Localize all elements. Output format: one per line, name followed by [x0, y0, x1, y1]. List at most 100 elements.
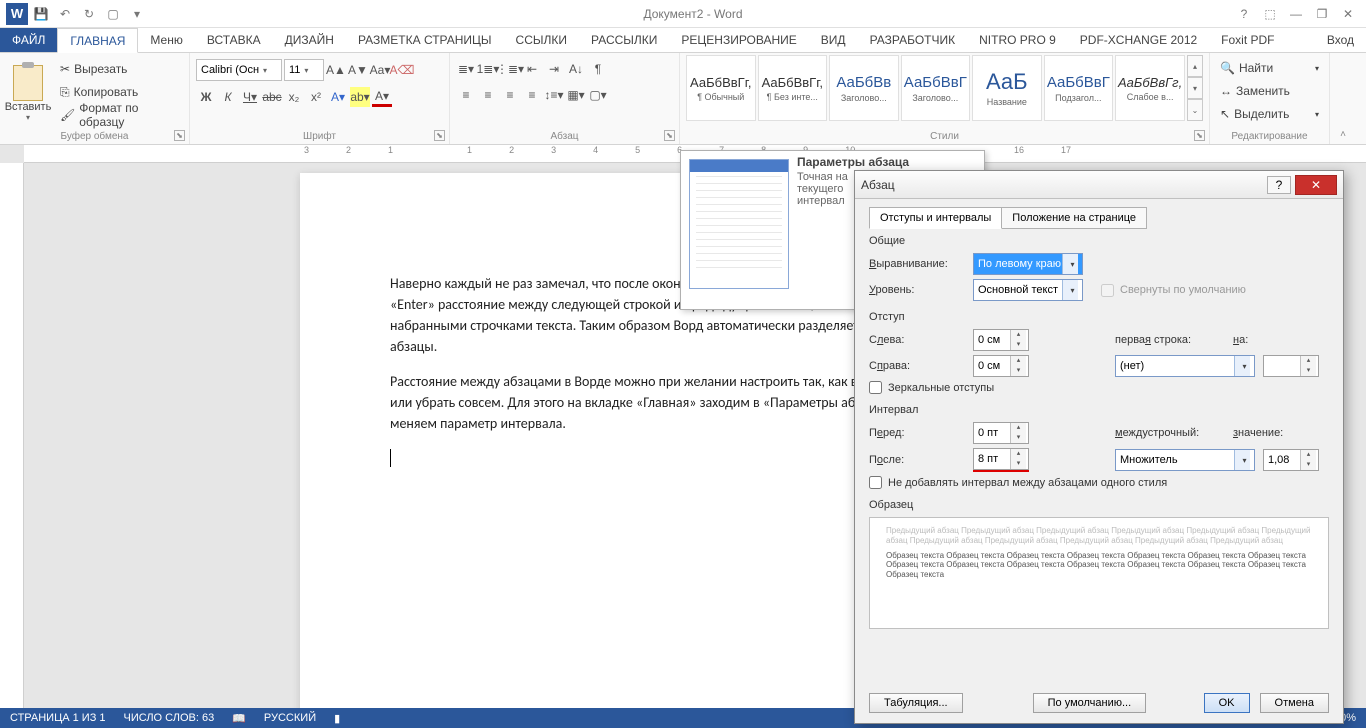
font-launcher-icon[interactable]: ⬊	[434, 130, 445, 141]
find-button[interactable]: 🔍Найти▾	[1216, 57, 1323, 79]
replace-button[interactable]: ↔Заменить	[1216, 80, 1323, 102]
linespacing-select[interactable]: Множитель▾	[1115, 449, 1255, 471]
paste-button[interactable]: Вставить ▾	[6, 63, 50, 122]
dialog-titlebar[interactable]: Абзац ? ✕	[855, 171, 1343, 199]
status-words[interactable]: ЧИСЛО СЛОВ: 63	[124, 712, 215, 724]
tabs-button[interactable]: Табуляция...	[869, 693, 963, 713]
tab-mailings[interactable]: РАССЫЛКИ	[579, 28, 669, 52]
styles-launcher-icon[interactable]: ⬊	[1194, 130, 1205, 141]
clipboard-launcher-icon[interactable]: ⬊	[174, 130, 185, 141]
change-case-icon[interactable]: Aa▾	[370, 60, 390, 80]
superscript-icon[interactable]: x²	[306, 87, 326, 107]
left-spinner[interactable]: ▴▾	[973, 329, 1029, 351]
style-nospacing[interactable]: АаБбВвГг,¶ Без инте...	[758, 55, 828, 121]
tab-pdfxchange[interactable]: PDF-XCHANGE 2012	[1068, 28, 1209, 52]
save-icon[interactable]: 💾	[30, 3, 52, 25]
status-page[interactable]: СТРАНИЦА 1 ИЗ 1	[10, 712, 106, 724]
style-normal[interactable]: АаБбВвГг,¶ Обычный	[686, 55, 756, 121]
default-button[interactable]: По умолчанию...	[1033, 693, 1147, 713]
show-marks-icon[interactable]: ¶	[588, 59, 608, 79]
tab-review[interactable]: РЕЦЕНЗИРОВАНИЕ	[669, 28, 808, 52]
mirror-checkbox[interactable]: Зеркальные отступы	[869, 381, 1329, 394]
tab-layout[interactable]: РАЗМЕТКА СТРАНИЦЫ	[346, 28, 504, 52]
tab-design[interactable]: ДИЗАЙН	[273, 28, 346, 52]
tab-menu[interactable]: Меню	[138, 28, 194, 52]
nosame-checkbox[interactable]: Не добавлять интервал между абзацами одн…	[869, 476, 1329, 489]
clear-format-icon[interactable]: A⌫	[392, 60, 412, 80]
dialog-tab-indents[interactable]: Отступы и интервалы	[869, 207, 1002, 229]
on-spinner[interactable]: ▴▾	[1263, 355, 1319, 377]
style-gallery-scroll[interactable]: ▴▾⌄	[1187, 55, 1203, 121]
bullets-icon[interactable]: ≣▾	[456, 59, 476, 79]
login-link[interactable]: Вход	[1315, 28, 1366, 52]
status-lang[interactable]: РУССКИЙ	[264, 712, 316, 724]
new-doc-icon[interactable]: ▢	[102, 3, 124, 25]
word-app-icon[interactable]: W	[6, 3, 28, 25]
status-proof-icon[interactable]: 📖	[232, 712, 246, 725]
cut-button[interactable]: ✂Вырезать	[56, 58, 183, 80]
align-left-icon[interactable]: ≡	[456, 85, 476, 105]
shading-icon[interactable]: ▦▾	[566, 85, 586, 105]
underline-icon[interactable]: Ч▾	[240, 87, 260, 107]
tab-home[interactable]: ГЛАВНАЯ	[57, 28, 138, 53]
font-name-combo[interactable]: Calibri (Осн▾	[196, 59, 282, 81]
ribbon-collapse[interactable]: ˄	[1330, 53, 1350, 144]
justify-icon[interactable]: ≡	[522, 85, 542, 105]
level-select[interactable]: Основной текст▾	[973, 279, 1083, 301]
tab-insert[interactable]: ВСТАВКА	[195, 28, 273, 52]
vertical-ruler[interactable]	[0, 163, 24, 708]
tab-foxit[interactable]: Foxit PDF	[1209, 28, 1286, 52]
dialog-close-icon[interactable]: ✕	[1295, 175, 1337, 195]
style-heading2[interactable]: АаБбВвГЗаголово...	[901, 55, 971, 121]
tab-developer[interactable]: РАЗРАБОТЧИК	[858, 28, 968, 52]
firstline-select[interactable]: (нет)▾	[1115, 355, 1255, 377]
line-spacing-icon[interactable]: ↕≡▾	[544, 85, 564, 105]
cancel-button[interactable]: Отмена	[1260, 693, 1329, 713]
ok-button[interactable]: OK	[1204, 693, 1250, 713]
format-painter-button[interactable]: 🖌Формат по образцу	[56, 104, 183, 126]
text-effects-icon[interactable]: A▾	[328, 87, 348, 107]
increase-indent-icon[interactable]: ⇥	[544, 59, 564, 79]
maximize-icon[interactable]: ❐	[1310, 4, 1334, 24]
style-emphasis[interactable]: АаБбВвГг,Слабое в...	[1115, 55, 1185, 121]
font-color-icon[interactable]: A▾	[372, 87, 392, 107]
strike-icon[interactable]: abc	[262, 87, 282, 107]
copy-button[interactable]: ⎘Копировать	[56, 81, 183, 103]
after-spinner[interactable]: ▴▾	[973, 448, 1029, 470]
tab-file[interactable]: ФАЙЛ	[0, 28, 57, 52]
tab-nitro[interactable]: NITRO PRO 9	[967, 28, 1068, 52]
ribbon-collapse-icon[interactable]: ⬚	[1258, 4, 1282, 24]
before-spinner[interactable]: ▴▾	[973, 422, 1029, 444]
font-size-combo[interactable]: 11▾	[284, 59, 324, 81]
shrink-font-icon[interactable]: A▼	[348, 60, 368, 80]
paragraph-launcher-icon[interactable]: ⬊	[664, 130, 675, 141]
grow-font-icon[interactable]: A▲	[326, 60, 346, 80]
decrease-indent-icon[interactable]: ⇤	[522, 59, 542, 79]
subscript-icon[interactable]: x₂	[284, 87, 304, 107]
align-center-icon[interactable]: ≡	[478, 85, 498, 105]
dialog-tab-position[interactable]: Положение на странице	[1001, 207, 1147, 229]
redo-icon[interactable]: ↻	[78, 3, 100, 25]
highlight-icon[interactable]: ab▾	[350, 87, 370, 107]
multilevel-icon[interactable]: ⋮≣▾	[500, 59, 520, 79]
tab-references[interactable]: ССЫЛКИ	[504, 28, 579, 52]
dialog-help-icon[interactable]: ?	[1267, 176, 1291, 194]
qat-more-icon[interactable]: ▾	[126, 3, 148, 25]
bold-icon[interactable]: Ж	[196, 87, 216, 107]
value-spinner[interactable]: ▴▾	[1263, 449, 1319, 471]
tab-view[interactable]: ВИД	[809, 28, 858, 52]
undo-icon[interactable]: ↶	[54, 3, 76, 25]
minimize-icon[interactable]: —	[1284, 4, 1308, 24]
status-macro-icon[interactable]: ▮	[334, 712, 340, 725]
style-subtitle[interactable]: АаБбВвГПодзагол...	[1044, 55, 1114, 121]
style-title[interactable]: АаБНазвание	[972, 55, 1042, 121]
align-select[interactable]: По левому краю▾	[973, 253, 1083, 275]
italic-icon[interactable]: К	[218, 87, 238, 107]
borders-icon[interactable]: ▢▾	[588, 85, 608, 105]
close-icon[interactable]: ✕	[1336, 4, 1360, 24]
sort-icon[interactable]: A↓	[566, 59, 586, 79]
right-spinner[interactable]: ▴▾	[973, 355, 1029, 377]
align-right-icon[interactable]: ≡	[500, 85, 520, 105]
help-icon[interactable]: ?	[1232, 4, 1256, 24]
select-button[interactable]: ↖Выделить▾	[1216, 103, 1323, 125]
